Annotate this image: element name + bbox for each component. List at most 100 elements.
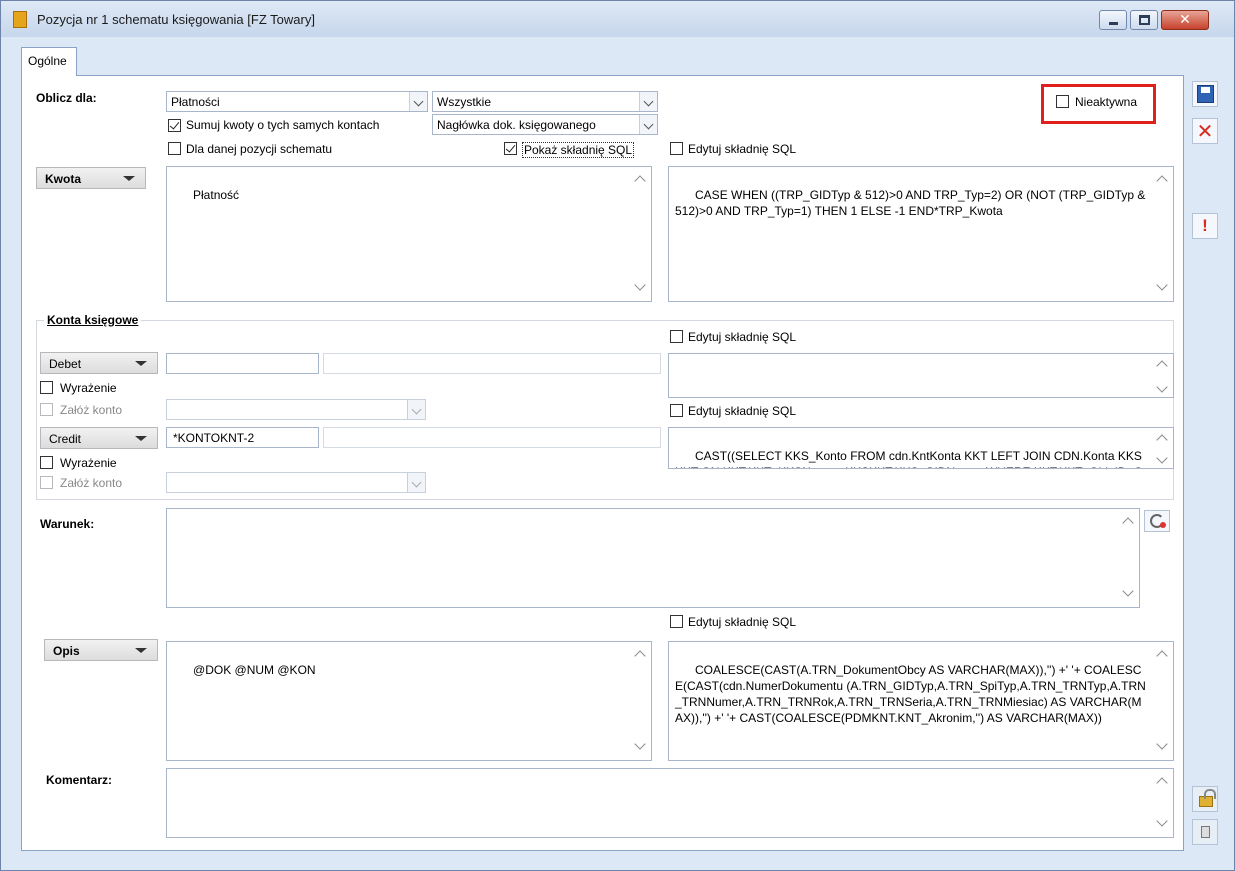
credit-zaloz-konto-checkbox[interactable]: [40, 476, 53, 489]
kwota-sql-scrollbar[interactable]: [1153, 167, 1173, 301]
scope-combo-value: Wszystkie: [437, 95, 491, 109]
app-icon: [13, 11, 27, 28]
opis-dropdown-button[interactable]: Opis: [44, 639, 158, 661]
pokaz-sql-label: Pokaż składnię SQL: [522, 142, 635, 158]
debet-wyrazenie-checkbox[interactable]: [40, 381, 53, 394]
save-icon: [1197, 85, 1214, 103]
close-icon: ✕: [1179, 12, 1191, 28]
edytuj-sql-warunek-label: Edytuj składnię SQL: [688, 615, 797, 629]
credit-description-input[interactable]: [323, 427, 661, 448]
scroll-up-icon: [1122, 517, 1134, 529]
credit-sql-scrollbar[interactable]: [1153, 428, 1173, 468]
debet-button-label: Debet: [49, 357, 82, 371]
kwota-scrollbar[interactable]: [631, 167, 651, 301]
scroll-down-icon: [634, 279, 646, 291]
debet-wyrazenie-label: Wyrażenie: [60, 381, 117, 395]
kwota-sql-textbox[interactable]: CASE WHEN ((TRP_GIDTyp & 512)>0 AND TRP_…: [668, 166, 1174, 302]
pokaz-sql-checkbox[interactable]: [504, 142, 517, 155]
nieaktywna-label: Nieaktywna: [1075, 95, 1138, 109]
scroll-up-icon: [634, 650, 646, 662]
lock-button[interactable]: [1192, 786, 1218, 812]
kwota-sql-text: CASE WHEN ((TRP_GIDTyp & 512)>0 AND TRP_…: [675, 188, 1149, 218]
debet-account-input[interactable]: [166, 353, 319, 374]
debet-sql-scrollbar[interactable]: [1153, 354, 1173, 397]
credit-wyrazenie-checkbox[interactable]: [40, 456, 53, 469]
sumuj-checkbox[interactable]: [168, 119, 181, 132]
nieaktywna-checkbox[interactable]: [1056, 95, 1069, 108]
credit-sql-text: CAST((SELECT KKS_Konto FROM cdn.KntKonta…: [675, 449, 1143, 468]
scroll-down-icon: [1156, 381, 1168, 393]
kwota-dropdown-button[interactable]: Kwota: [36, 167, 146, 189]
scroll-up-icon: [1156, 434, 1168, 446]
sumuj-label: Sumuj kwoty o tych samych kontach: [186, 118, 380, 132]
main-panel: Oblicz dla: Płatności Wszystkie Sumuj kw…: [21, 75, 1184, 851]
warunek-builder-button[interactable]: [1144, 510, 1170, 532]
scope-combo[interactable]: Wszystkie: [432, 91, 658, 112]
maximize-icon: [1139, 15, 1150, 25]
scroll-up-icon: [1156, 777, 1168, 789]
tab-ogolne[interactable]: Ogólne: [21, 47, 77, 76]
warunek-scrollbar[interactable]: [1119, 509, 1139, 607]
oblicz-dla-combo[interactable]: Płatności: [166, 91, 428, 112]
opis-text: @DOK @NUM @KON: [193, 663, 316, 677]
caret-down-icon: [135, 361, 147, 366]
opis-textbox[interactable]: @DOK @NUM @KON: [166, 641, 652, 761]
title-bar: Pozycja nr 1 schematu księgowania [FZ To…: [1, 1, 1234, 37]
edytuj-sql-warunek-checkbox[interactable]: [670, 615, 683, 628]
maximize-button[interactable]: [1130, 10, 1158, 30]
level-combo[interactable]: Nagłówka dok. księgowanego: [432, 114, 658, 135]
chevron-down-icon: [407, 400, 425, 419]
chevron-down-icon: [407, 473, 425, 492]
warning-button[interactable]: !: [1192, 213, 1218, 239]
debet-dropdown-button[interactable]: Debet: [40, 352, 158, 374]
edytuj-sql-kwota-checkbox[interactable]: [670, 142, 683, 155]
cancel-button[interactable]: ✕: [1192, 118, 1218, 144]
credit-sql-textbox[interactable]: CAST((SELECT KKS_Konto FROM cdn.KntKonta…: [668, 427, 1174, 469]
window: Pozycja nr 1 schematu księgowania [FZ To…: [0, 0, 1235, 871]
chevron-down-icon: [639, 115, 657, 134]
close-window-button[interactable]: ✕: [1161, 10, 1209, 30]
oblicz-dla-label: Oblicz dla:: [36, 91, 97, 105]
scroll-down-icon: [1156, 738, 1168, 750]
chevron-down-icon: [639, 92, 657, 111]
komentarz-textbox[interactable]: [166, 768, 1174, 838]
exclamation-icon: !: [1202, 216, 1208, 235]
scroll-down-icon: [1156, 452, 1168, 464]
debet-sql-textbox[interactable]: [668, 353, 1174, 398]
edytuj-sql-debet-label: Edytuj składnię SQL: [688, 330, 797, 344]
debet-description-input[interactable]: [323, 353, 661, 374]
warunek-label: Warunek:: [40, 517, 95, 531]
dla-danej-pozycji-checkbox[interactable]: [168, 142, 181, 155]
minimize-button[interactable]: [1099, 10, 1127, 30]
opis-scrollbar[interactable]: [631, 642, 651, 760]
komentarz-label: Komentarz:: [46, 773, 113, 787]
scroll-down-icon: [1122, 585, 1134, 597]
pin-button[interactable]: [1192, 819, 1218, 845]
wrench-icon: [1150, 514, 1166, 528]
credit-account-input[interactable]: *KONTOKNT-2: [166, 427, 319, 448]
scroll-down-icon: [1156, 815, 1168, 827]
edytuj-sql-credit-label: Edytuj składnię SQL: [688, 404, 797, 418]
scroll-down-icon: [1156, 279, 1168, 291]
opis-sql-scrollbar[interactable]: [1153, 642, 1173, 760]
konta-group-label: Konta księgowe: [44, 313, 142, 327]
scroll-up-icon: [1156, 360, 1168, 372]
lock-icon: [1199, 789, 1216, 807]
kwota-textbox[interactable]: Płatność: [166, 166, 652, 302]
debet-konto-combo[interactable]: [166, 399, 426, 420]
minimize-icon: [1109, 22, 1118, 25]
edytuj-sql-credit-checkbox[interactable]: [670, 404, 683, 417]
debet-zaloz-konto-checkbox[interactable]: [40, 403, 53, 416]
window-title: Pozycja nr 1 schematu księgowania [FZ To…: [37, 12, 315, 27]
komentarz-scrollbar[interactable]: [1153, 769, 1173, 837]
debet-zaloz-konto-label: Załóż konto: [60, 403, 123, 417]
dla-danej-pozycji-label: Dla danej pozycji schematu: [186, 142, 333, 156]
caret-down-icon: [135, 648, 147, 653]
credit-dropdown-button[interactable]: Credit: [40, 427, 158, 449]
edytuj-sql-debet-checkbox[interactable]: [670, 330, 683, 343]
credit-konto-combo[interactable]: [166, 472, 426, 493]
kwota-text: Płatność: [193, 188, 240, 202]
save-button[interactable]: [1192, 81, 1218, 107]
opis-sql-textbox[interactable]: COALESCE(CAST(A.TRN_DokumentObcy AS VARC…: [668, 641, 1174, 761]
warunek-textbox[interactable]: [166, 508, 1140, 608]
